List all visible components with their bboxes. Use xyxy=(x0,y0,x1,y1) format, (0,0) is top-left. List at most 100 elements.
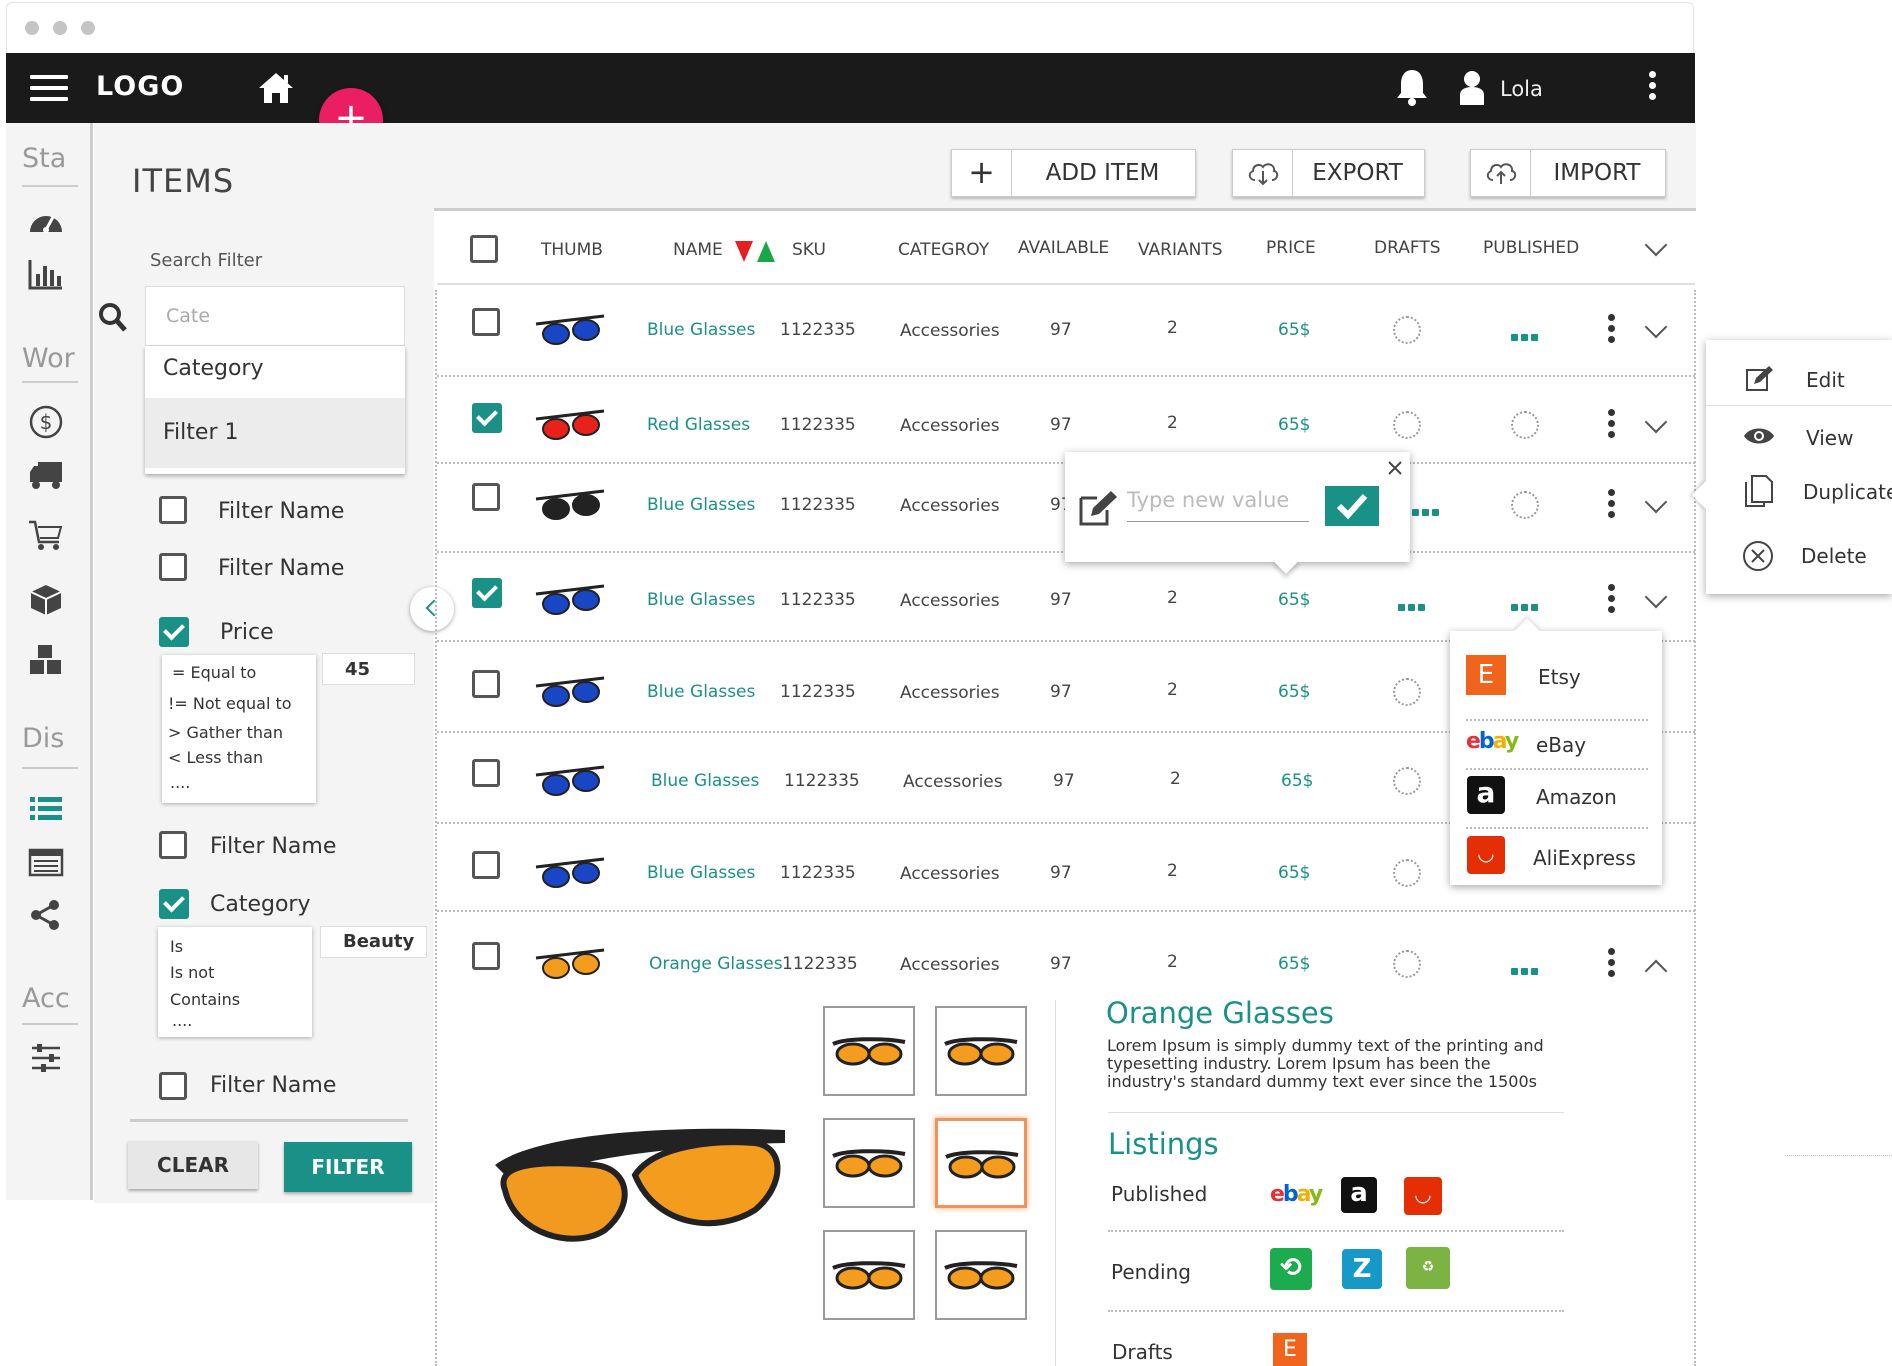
home-icon[interactable] xyxy=(256,70,296,106)
row-price[interactable]: 65$ xyxy=(1281,771,1313,791)
product-thumbnail[interactable] xyxy=(935,1230,1027,1320)
row-more-icon[interactable] xyxy=(1608,409,1615,442)
user-name[interactable]: Lola xyxy=(1500,77,1543,101)
row-price[interactable]: 65$ xyxy=(1278,415,1310,435)
drafts-status-empty[interactable] xyxy=(1393,859,1421,887)
import-button[interactable]: IMPORT xyxy=(1470,149,1666,197)
marketplace-g-icon[interactable]: ⟲ xyxy=(1270,1248,1312,1290)
menu-item-duplicate[interactable]: Duplicate xyxy=(1706,470,1892,520)
window-minimize-dot[interactable] xyxy=(53,21,67,35)
chevron-down-icon[interactable] xyxy=(1644,410,1668,434)
row-name-link[interactable]: Blue Glasses xyxy=(647,863,755,883)
export-button[interactable]: EXPORT xyxy=(1232,149,1425,197)
search-input[interactable]: Cate xyxy=(145,286,405,346)
operator-option[interactable]: .... xyxy=(172,1011,192,1030)
close-icon[interactable] xyxy=(1387,460,1403,476)
operator-option[interactable]: != Not equal to xyxy=(168,694,292,713)
filter-checkbox[interactable] xyxy=(159,553,187,581)
row-more-icon[interactable] xyxy=(1608,489,1615,522)
sort-icon[interactable] xyxy=(733,238,777,264)
header-name[interactable]: NAME xyxy=(673,240,723,260)
row-checkbox[interactable] xyxy=(472,403,502,433)
menu-item-edit[interactable]: Edit xyxy=(1706,356,1892,406)
filter-button[interactable]: FILTER xyxy=(284,1142,412,1192)
operator-option[interactable]: < Less than xyxy=(168,748,263,767)
aliexpress-icon[interactable]: ◡ xyxy=(1404,1177,1442,1215)
drafts-status-empty[interactable] xyxy=(1393,678,1421,706)
row-name-link[interactable]: Blue Glasses xyxy=(647,682,755,702)
chevron-up-icon[interactable] xyxy=(1644,959,1668,983)
marketplace-z-icon[interactable]: Z xyxy=(1342,1249,1382,1289)
marketplace-item[interactable]: Etsy xyxy=(1538,665,1581,689)
drafts-status-empty[interactable] xyxy=(1393,316,1421,344)
marketplace-item[interactable]: AliExpress xyxy=(1533,846,1636,870)
operator-option[interactable]: Is xyxy=(170,937,183,956)
operator-option[interactable]: .... xyxy=(170,773,190,792)
more-vert-icon[interactable] xyxy=(1649,71,1656,104)
add-item-button[interactable]: + ADD ITEM xyxy=(951,149,1196,197)
operator-option[interactable]: > Gather than xyxy=(168,723,283,742)
row-name-link[interactable]: Red Glasses xyxy=(647,415,750,435)
published-status-dots[interactable] xyxy=(1511,326,1541,341)
sliders-icon[interactable] xyxy=(26,1040,66,1076)
row-checkbox[interactable] xyxy=(472,759,500,787)
etsy-icon[interactable]: E xyxy=(1273,1333,1307,1366)
published-status-dots[interactable] xyxy=(1511,596,1541,611)
marketplace-green-icon[interactable]: ♻ xyxy=(1406,1247,1450,1289)
filter-checkbox[interactable] xyxy=(159,831,187,859)
new-value-input[interactable]: Type new value xyxy=(1127,488,1309,522)
chevron-down-icon[interactable] xyxy=(1644,233,1668,257)
row-more-icon[interactable] xyxy=(1608,948,1615,981)
marketplace-item[interactable]: Amazon xyxy=(1536,785,1617,809)
menu-item-view[interactable]: View xyxy=(1706,414,1892,464)
row-more-icon[interactable] xyxy=(1608,584,1615,617)
box-icon[interactable] xyxy=(26,582,66,618)
published-status-dots[interactable] xyxy=(1511,960,1541,975)
product-thumbnail[interactable] xyxy=(823,1006,915,1096)
row-price[interactable]: 65$ xyxy=(1278,320,1310,340)
search-icon[interactable] xyxy=(98,302,128,334)
cart-icon[interactable] xyxy=(26,516,66,552)
published-status-empty[interactable] xyxy=(1511,491,1539,519)
product-thumbnail[interactable] xyxy=(823,1118,915,1208)
boxes-icon[interactable] xyxy=(26,642,66,678)
clear-button[interactable]: CLEAR xyxy=(128,1141,258,1189)
drafts-status-dots[interactable] xyxy=(1412,501,1442,516)
user-icon[interactable] xyxy=(1458,69,1486,105)
row-checkbox[interactable] xyxy=(472,851,500,879)
row-price[interactable]: 65$ xyxy=(1278,954,1310,974)
truck-icon[interactable] xyxy=(26,456,66,492)
dollar-icon[interactable]: $ xyxy=(26,404,66,440)
suggestion-item[interactable]: Category xyxy=(145,346,405,398)
price-value-input[interactable]: 45 xyxy=(322,653,415,685)
row-name-link[interactable]: Blue Glasses xyxy=(647,590,755,610)
product-thumbnail[interactable] xyxy=(935,1118,1027,1208)
row-checkbox[interactable] xyxy=(472,578,502,608)
row-checkbox[interactable] xyxy=(472,670,500,698)
drafts-status-dots[interactable] xyxy=(1398,596,1428,611)
select-all-checkbox[interactable] xyxy=(470,235,498,263)
marketplace-item[interactable]: eBay xyxy=(1536,733,1586,757)
row-name-link[interactable]: Blue Glasses xyxy=(647,495,755,515)
filter-checkbox-checked[interactable] xyxy=(159,617,189,647)
table-icon[interactable] xyxy=(26,844,66,880)
share-icon[interactable] xyxy=(26,897,66,933)
row-name-link[interactable]: Orange Glasses xyxy=(649,954,783,974)
row-price[interactable]: 65$ xyxy=(1278,682,1310,702)
drafts-status-empty[interactable] xyxy=(1393,767,1421,795)
product-thumbnail[interactable] xyxy=(823,1230,915,1320)
operator-option[interactable]: Is not xyxy=(170,963,214,982)
row-price[interactable]: 65$ xyxy=(1278,863,1310,883)
filter-checkbox[interactable] xyxy=(159,496,187,524)
row-name-link[interactable]: Blue Glasses xyxy=(647,320,755,340)
row-checkbox[interactable] xyxy=(472,942,500,970)
drafts-status-empty[interactable] xyxy=(1393,950,1421,978)
bell-icon[interactable] xyxy=(1394,67,1430,107)
list-icon[interactable] xyxy=(26,790,66,826)
filter-checkbox[interactable] xyxy=(159,1072,187,1100)
row-name-link[interactable]: Blue Glasses xyxy=(651,771,759,791)
suggestion-item[interactable]: Filter 1 xyxy=(145,398,405,468)
row-price[interactable]: 65$ xyxy=(1278,590,1310,610)
dashboard-icon[interactable] xyxy=(26,204,66,240)
filter-checkbox-checked[interactable] xyxy=(159,889,189,919)
